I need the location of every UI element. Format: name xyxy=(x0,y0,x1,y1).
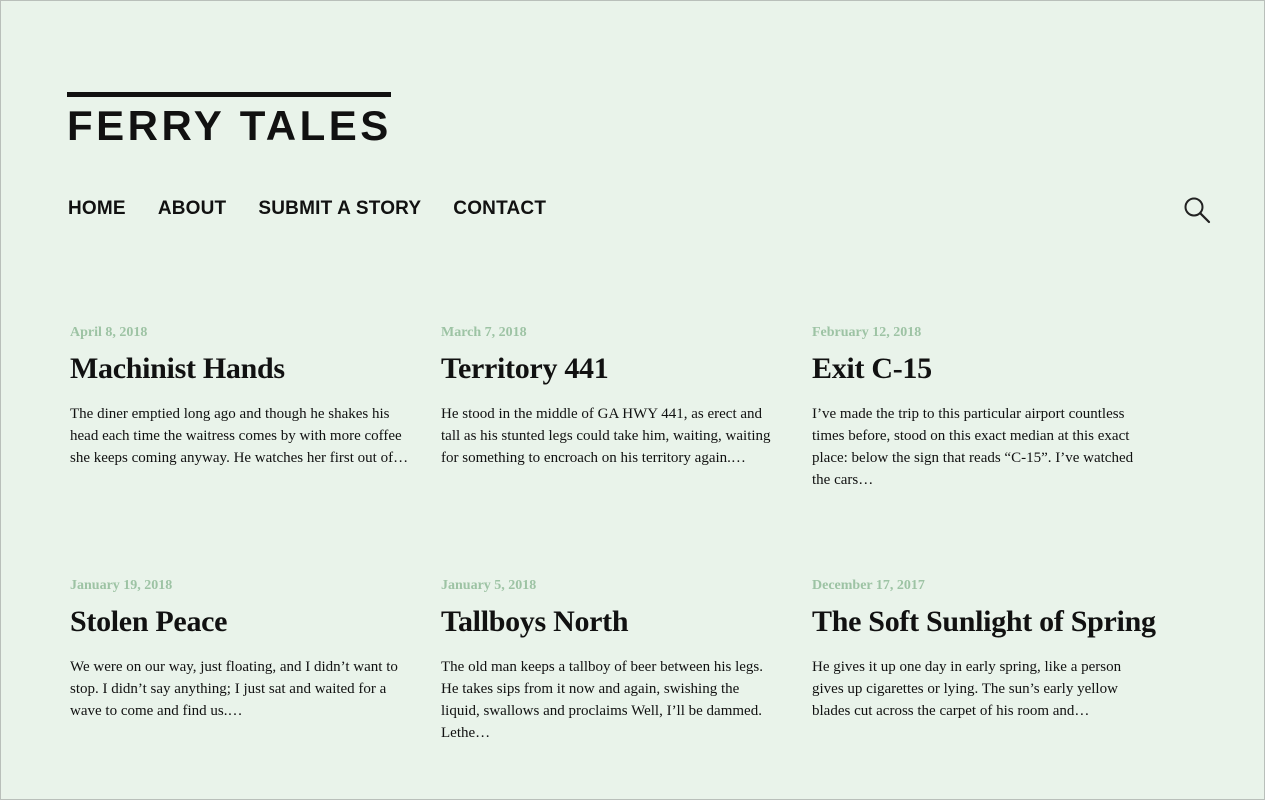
search-icon[interactable] xyxy=(1183,196,1211,224)
post-date: January 19, 2018 xyxy=(70,578,173,593)
post-excerpt: He stood in the middle of GA HWY 441, as… xyxy=(441,406,771,466)
post-card[interactable]: January 19, 2018 Stolen Peace We were on… xyxy=(70,576,441,796)
post-title[interactable]: Exit C-15 xyxy=(812,351,1183,387)
post-title[interactable]: Tallboys North xyxy=(441,604,812,640)
post-excerpt: I’ve made the trip to this particular ai… xyxy=(812,406,1134,488)
post-excerpt: We were on our way, just floating, and I… xyxy=(70,659,398,719)
post-card[interactable]: April 8, 2018 Machinist Hands The diner … xyxy=(70,323,441,576)
post-date: January 5, 2018 xyxy=(441,578,537,593)
post-card[interactable]: December 17, 2017 The Soft Sunlight of S… xyxy=(812,576,1183,796)
nav-item-home[interactable]: HOME xyxy=(68,198,126,220)
main-nav: HOME ABOUT SUBMIT A STORY CONTACT xyxy=(68,198,546,220)
post-card[interactable]: February 12, 2018 Exit C-15 I’ve made th… xyxy=(812,323,1183,576)
post-title[interactable]: Stolen Peace xyxy=(70,604,441,640)
post-title[interactable]: The Soft Sunlight of Spring xyxy=(812,604,1183,640)
nav-item-contact[interactable]: CONTACT xyxy=(453,198,546,220)
site-logo[interactable]: FERRY TALES xyxy=(67,92,391,147)
post-excerpt: The old man keeps a tallboy of beer betw… xyxy=(441,659,763,741)
post-card[interactable]: January 5, 2018 Tallboys North The old m… xyxy=(441,576,812,796)
nav-item-about[interactable]: ABOUT xyxy=(158,198,227,220)
post-title[interactable]: Territory 441 xyxy=(441,351,812,387)
nav-item-submit-a-story[interactable]: SUBMIT A STORY xyxy=(258,198,421,220)
post-date: April 8, 2018 xyxy=(70,325,148,340)
post-title[interactable]: Machinist Hands xyxy=(70,351,441,387)
post-date: December 17, 2017 xyxy=(812,578,925,593)
post-date: March 7, 2018 xyxy=(441,325,527,340)
post-excerpt: He gives it up one day in early spring, … xyxy=(812,659,1122,719)
post-date: February 12, 2018 xyxy=(812,325,922,340)
post-card[interactable]: March 7, 2018 Territory 441 He stood in … xyxy=(441,323,812,576)
post-excerpt: The diner emptied long ago and though he… xyxy=(70,406,409,466)
post-grid: April 8, 2018 Machinist Hands The diner … xyxy=(70,323,1183,796)
